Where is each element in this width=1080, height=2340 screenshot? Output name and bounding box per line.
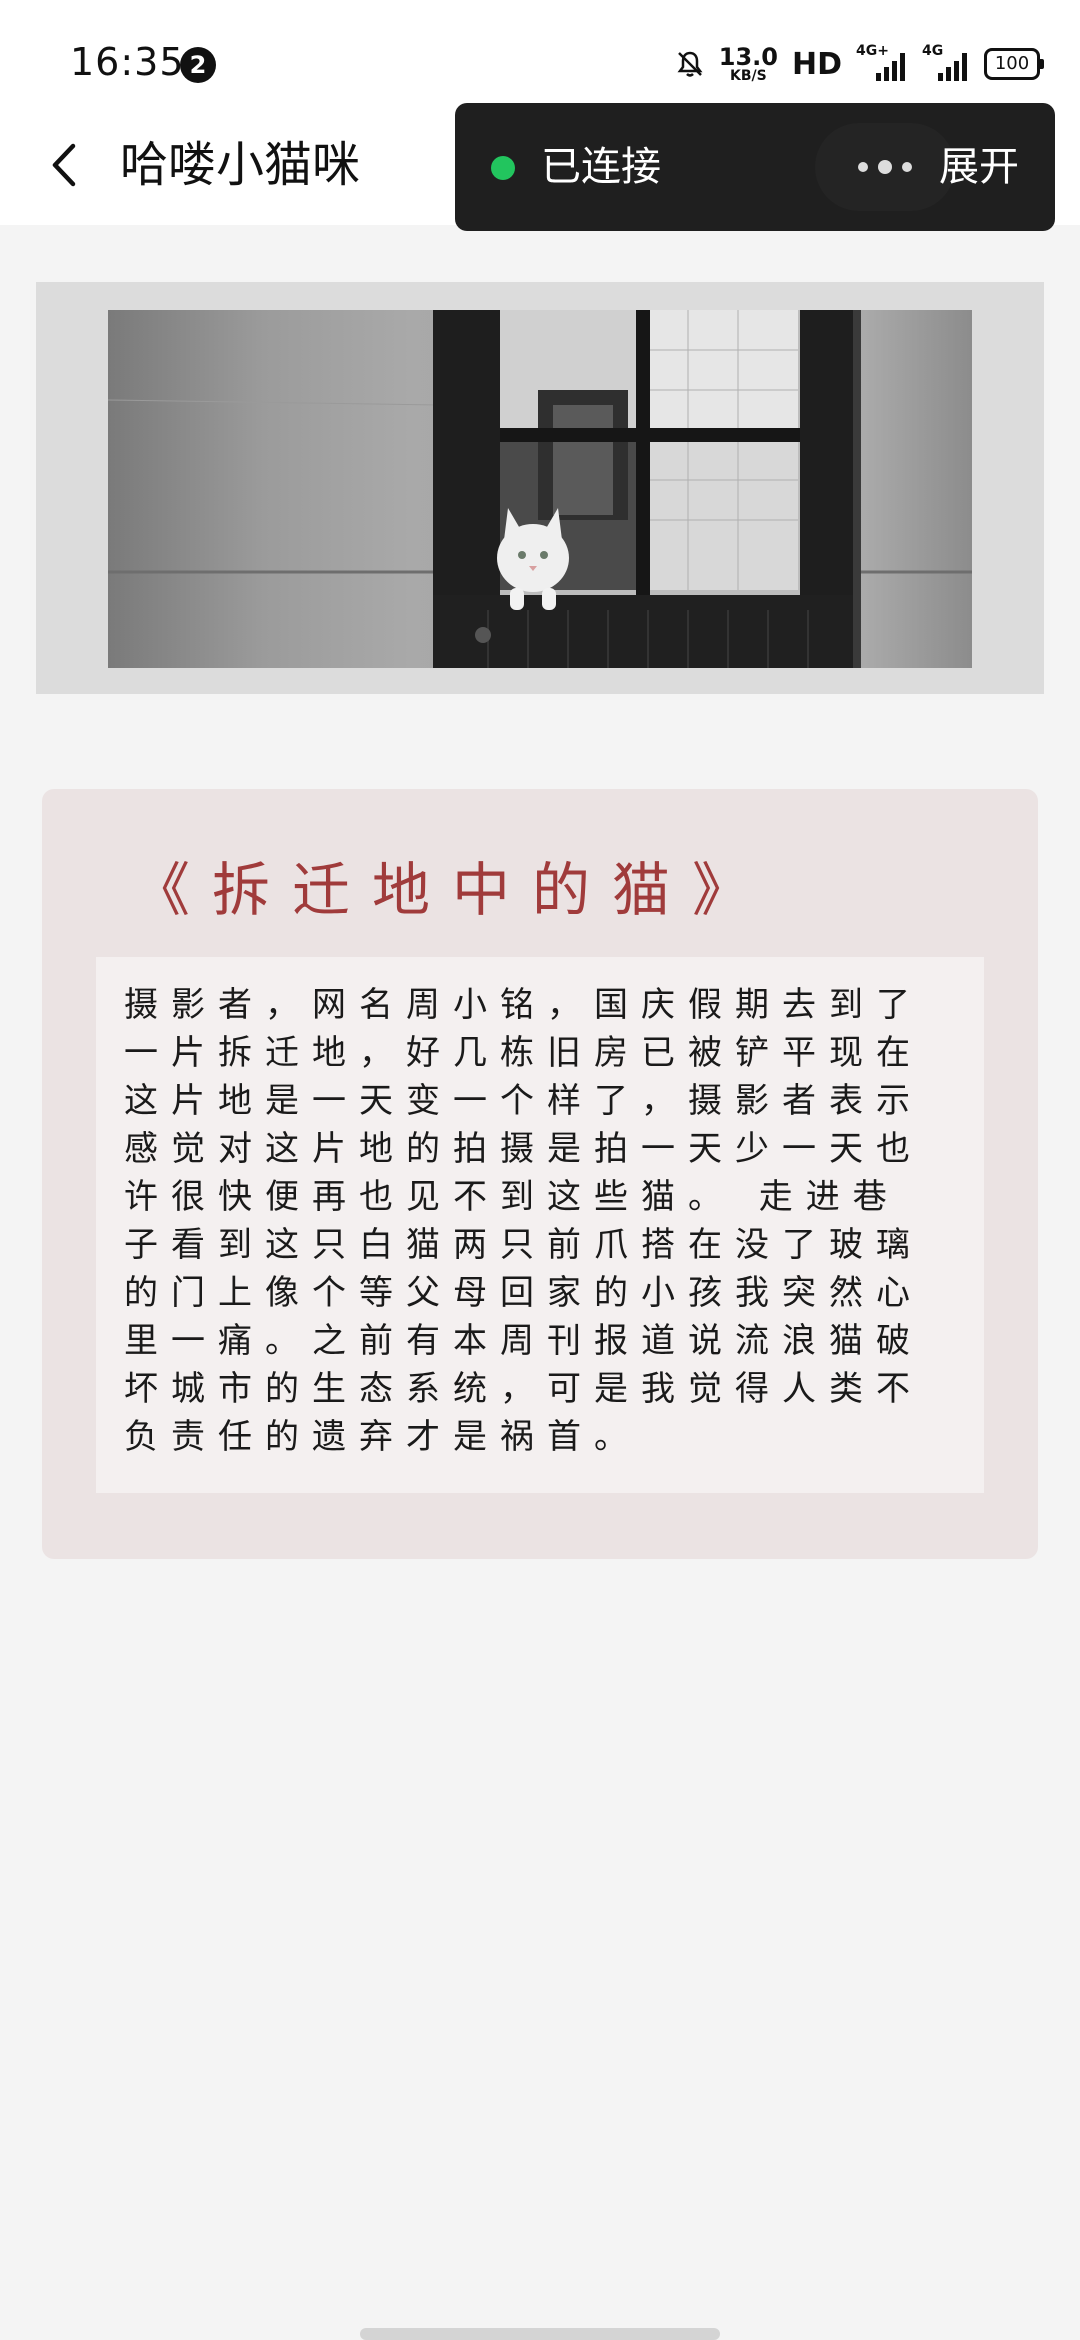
status-bar: 16:35 2 13.0 KB/S HD 4G+ 4G 100 <box>0 0 1080 110</box>
connection-status-pill[interactable]: 已连接 展开 <box>455 103 1055 231</box>
back-button[interactable] <box>30 130 100 200</box>
dot-icon <box>902 162 912 172</box>
signal-strength-icon: 4G+ <box>856 43 908 81</box>
cat-photo <box>108 310 972 668</box>
battery-icon: 100 <box>984 48 1044 80</box>
article-body: 摄影者，网名周小铭，国庆假期去到了一片拆迁地，好几栋旧房已被铲平现在这片地是一天… <box>124 985 923 1457</box>
hd-voice-indicator: HD <box>791 46 842 82</box>
article-title: 《拆迁地中的猫》 <box>132 856 773 924</box>
notification-count-badge: 2 <box>180 47 216 83</box>
clock: 16:35 <box>70 40 185 84</box>
status-icons: 13.0 KB/S HD 4G+ 4G 100 <box>675 42 1044 86</box>
more-options-button[interactable] <box>815 123 955 211</box>
network-speed: 13.0 KB/S <box>718 43 778 84</box>
article-card: 《拆迁地中的猫》 摄影者，网名周小铭，国庆假期去到了一片拆迁地，好几栋旧房已被铲… <box>42 789 1038 1559</box>
article-text-box: 摄影者，网名周小铭，国庆假期去到了一片拆迁地，好几栋旧房已被铲平现在这片地是一天… <box>96 957 984 1493</box>
expand-button[interactable]: 展开 <box>939 137 1019 197</box>
connected-dot-icon <box>491 156 515 180</box>
dot-icon <box>858 162 868 172</box>
banner-image-frame <box>36 282 1044 694</box>
home-indicator[interactable] <box>360 2328 720 2340</box>
chevron-left-icon <box>52 143 76 187</box>
bell-muted-icon <box>675 49 705 79</box>
signal-strength-icon: 4G <box>922 43 970 81</box>
connection-status-label: 已连接 <box>541 144 661 190</box>
page-title: 哈喽小猫咪 <box>120 137 361 193</box>
dot-icon <box>878 160 892 174</box>
